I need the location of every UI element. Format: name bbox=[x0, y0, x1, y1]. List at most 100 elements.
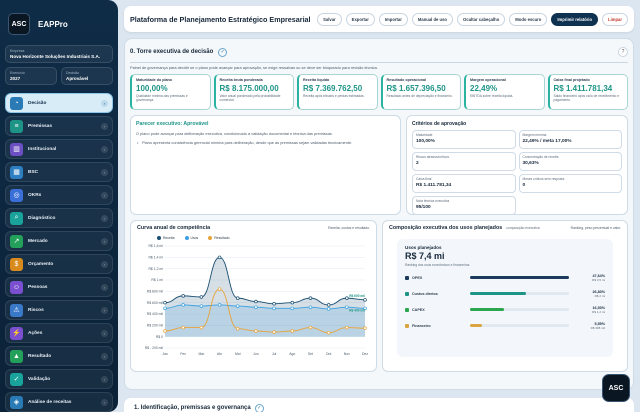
data-point bbox=[254, 299, 258, 304]
chevron-right-icon: › bbox=[101, 214, 108, 222]
chevron-right-icon: › bbox=[101, 122, 108, 130]
x-tick-label: Ago bbox=[289, 352, 295, 356]
importar-button[interactable]: Importar bbox=[378, 12, 408, 26]
end-value-label: R$ 400 mil bbox=[349, 308, 365, 312]
data-point bbox=[235, 304, 240, 308]
kpi-value: 22,49% bbox=[470, 84, 498, 93]
sidebar-item-a-es[interactable]: ⚡ Ações › bbox=[5, 323, 113, 343]
sidebar-item-label: Análise de receitas bbox=[28, 399, 72, 405]
bar-swatch bbox=[405, 307, 409, 312]
x-tick-label: Abr bbox=[217, 352, 223, 356]
info-icon[interactable]: ✓ bbox=[218, 47, 228, 57]
bolt-icon: ⚡ bbox=[10, 326, 23, 340]
x-tick-label: Out bbox=[326, 352, 332, 356]
sidebar-item-label: Premissas bbox=[28, 123, 53, 129]
criteria-item: Maturidade 100,00% bbox=[412, 130, 516, 149]
bar-track bbox=[470, 276, 569, 279]
help-button[interactable]: ? bbox=[618, 47, 628, 57]
bar-track bbox=[470, 292, 569, 295]
criteria-label: Riscos atrasos/críticos bbox=[416, 155, 449, 159]
bar-swatch bbox=[405, 323, 409, 328]
kpi-card: Receita bruta ponderada R$ 8.175.000,00 Va… bbox=[213, 74, 294, 110]
salvar-button[interactable]: Salvar bbox=[317, 12, 342, 26]
chevron-right-icon: › bbox=[101, 329, 108, 337]
x-tick-label: Nov bbox=[344, 352, 350, 356]
criteria-value: 0 bbox=[522, 183, 526, 188]
bar-values: 47,64% R$ 3,5 mi bbox=[577, 274, 605, 282]
sidebar-item-label: Ações bbox=[28, 330, 43, 336]
header-actions: Salvar Exportar Importar Manual de uso Ocult… bbox=[313, 12, 628, 26]
data-point bbox=[326, 330, 331, 335]
uses-bar-row: Custos diretos 26,83% R$ 2 mi bbox=[405, 288, 605, 299]
bar-fill bbox=[470, 324, 482, 327]
floating-logo[interactable]: ASC bbox=[602, 374, 630, 402]
data-point bbox=[345, 325, 349, 330]
criteria-value: 22,49% / meta 17,00% bbox=[522, 139, 572, 144]
chevron-right-icon: › bbox=[101, 306, 108, 314]
sidebar-item-valida-o[interactable]: ✓ Validação › bbox=[5, 369, 113, 389]
sidebar-item-label: BSC bbox=[28, 169, 39, 175]
sidebar-item-premissas[interactable]: ≡ Premissas › bbox=[5, 116, 113, 136]
bar-amount: R$ 1,2 mi bbox=[592, 309, 605, 314]
criteria-label: Concentração de receita bbox=[522, 155, 559, 159]
decision-field[interactable]: Decisão Aprovável bbox=[61, 67, 113, 85]
bar-fill bbox=[470, 276, 569, 279]
kpi-value: R$ 1.411.781,34 bbox=[553, 84, 613, 93]
manual-de-uso-button[interactable]: Manual de uso bbox=[411, 12, 453, 26]
chevron-right-icon: › bbox=[101, 352, 108, 360]
data-point bbox=[290, 300, 295, 305]
company-field[interactable]: Empresa Nova Horizonte Soluções Industri… bbox=[5, 45, 113, 63]
sidebar-item-mercado[interactable]: ↗ Mercado › bbox=[5, 231, 113, 251]
bar-fill bbox=[470, 292, 526, 295]
sidebar-item-resultado[interactable]: ▲ Resultado › bbox=[5, 346, 113, 366]
sidebar-item-okrs[interactable]: ◎ OKRs › bbox=[5, 185, 113, 205]
identification-section-header[interactable]: 1. Identificação, premissas e governança… bbox=[124, 398, 634, 412]
info-icon[interactable]: ✓ bbox=[254, 403, 264, 412]
bar-values: 16,53% R$ 1,2 mi bbox=[577, 306, 605, 314]
data-point bbox=[199, 304, 204, 308]
data-point bbox=[217, 255, 222, 260]
sidebar-item-riscos[interactable]: ⚠ Riscos › bbox=[5, 300, 113, 320]
y-tick-label: R$ 0 bbox=[156, 335, 163, 339]
divider bbox=[130, 62, 628, 63]
sidebar-nav: ◔ Decisão › ≡ Premissas › ▥ Institucional › ▦ BSC ›… bbox=[5, 93, 113, 412]
kpi-note: Qualidade mínima das premissas e governa… bbox=[136, 94, 188, 102]
criteria-title: Critérios de aprovação bbox=[412, 121, 467, 127]
kpi-card: Resultado operacional R$ 1.657.396,50 Resu… bbox=[380, 74, 461, 110]
bar-name: Custos diretos bbox=[412, 291, 438, 296]
kpi-card: Caixa final projetado R$ 1.411.781,34 Sald… bbox=[547, 74, 628, 110]
data-point bbox=[272, 306, 276, 311]
imprimir-relat-rio-button[interactable]: Imprimir relatório bbox=[551, 12, 599, 26]
uses-bar-row: Financeiro 5,55% R$ 308 mil bbox=[405, 320, 605, 331]
sidebar-item-an-lise-de-receitas[interactable]: ◈ Análise de receitas › bbox=[5, 392, 113, 412]
year-field[interactable]: Exercício 2027 bbox=[5, 67, 57, 85]
gauge-icon: ◔ bbox=[10, 96, 23, 110]
sidebar-item-label: Riscos bbox=[28, 307, 44, 313]
kpi-value: R$ 7.369.762,50 bbox=[303, 84, 363, 93]
ocultar-cabe-alho-button[interactable]: Ocultar cabeçalho bbox=[456, 12, 506, 26]
sidebar-item-institucional[interactable]: ▥ Institucional › bbox=[5, 139, 113, 159]
exportar-button[interactable]: Exportar bbox=[345, 12, 375, 26]
data-point bbox=[363, 326, 367, 330]
chevron-right-icon: › bbox=[101, 99, 108, 107]
limpar-button[interactable]: Limpar bbox=[602, 12, 628, 26]
data-point bbox=[326, 307, 331, 311]
y-tick-label: R$ 1,6 mi bbox=[148, 244, 163, 248]
sidebar-item-pessoas[interactable]: ☺ Pessoas › bbox=[5, 277, 113, 297]
kpi-card: Maturidade do plano 100,00% Qualidade míni… bbox=[130, 74, 211, 110]
modo-escuro-button[interactable]: Modo escuro bbox=[509, 12, 548, 26]
criteria-item: Caixa final R$ 1.411.781,34 bbox=[412, 174, 516, 193]
sidebar-item-diagn-stico[interactable]: ⌕ Diagnóstico › bbox=[5, 208, 113, 228]
criteria-item: Margem mínima 22,49% / meta 17,00% bbox=[518, 130, 622, 149]
decision-label: Decisão bbox=[66, 71, 79, 75]
sidebar-item-or-amento[interactable]: $ Orçamento › bbox=[5, 254, 113, 274]
kpi-note: Valor anual ponderado pela probabilidade… bbox=[219, 94, 281, 102]
approval-criteria-card: Critérios de aprovação Maturidade 100,00%… bbox=[406, 115, 628, 215]
data-point bbox=[308, 296, 313, 300]
kpi-label: Margem operacional bbox=[470, 78, 506, 82]
bar-name: CAPEX bbox=[412, 307, 425, 312]
bar-track bbox=[470, 324, 569, 327]
sidebar-item-decis-o[interactable]: ◔ Decisão › bbox=[5, 93, 113, 113]
sidebar-item-bsc[interactable]: ▦ BSC › bbox=[5, 162, 113, 182]
data-point bbox=[199, 295, 204, 299]
